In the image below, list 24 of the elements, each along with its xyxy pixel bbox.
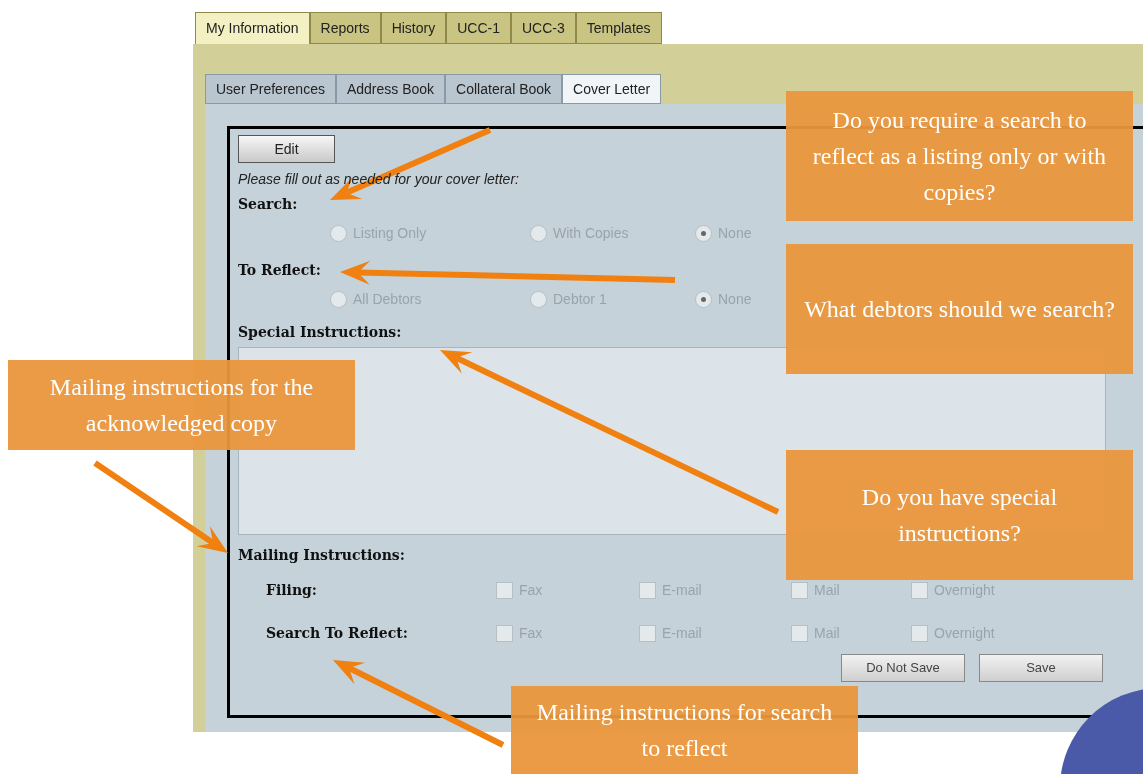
- special-instructions-label: Special Instructions:: [238, 323, 402, 342]
- callout: Mailing instructions for search to reflect: [511, 686, 858, 774]
- group-label: Search:: [238, 195, 298, 214]
- edit-button[interactable]: Edit: [238, 135, 335, 163]
- form-button[interactable]: Save: [979, 654, 1103, 682]
- callout: What debtors should we search?: [786, 244, 1133, 374]
- sub-tab[interactable]: Address Book: [335, 74, 446, 104]
- main-tab[interactable]: UCC-1: [446, 12, 511, 44]
- main-tab[interactable]: Templates: [575, 12, 662, 44]
- callout: Do you require a search to reflect as a listing only or with copies?: [786, 91, 1133, 221]
- form-button[interactable]: Do Not Save: [841, 654, 965, 682]
- main-tab[interactable]: UCC-3: [510, 12, 576, 44]
- mailing-instructions-label: Mailing Instructions:: [238, 546, 405, 565]
- callout: Do you have special instructions?: [786, 450, 1133, 580]
- callout: Mailing instructions for the acknowledged copy: [8, 360, 355, 450]
- sub-tab[interactable]: Cover Letter: [562, 74, 662, 104]
- main-tab[interactable]: History: [380, 12, 447, 44]
- row-label: Search To Reflect:: [266, 624, 409, 643]
- row-label: Filing:: [266, 581, 319, 600]
- group-label: To Reflect:: [238, 261, 321, 280]
- sub-tab[interactable]: Collateral Book: [445, 74, 563, 104]
- main-tab[interactable]: My Information: [195, 12, 310, 44]
- sub-tab[interactable]: User Preferences: [205, 74, 336, 104]
- main-tab[interactable]: Reports: [309, 12, 381, 44]
